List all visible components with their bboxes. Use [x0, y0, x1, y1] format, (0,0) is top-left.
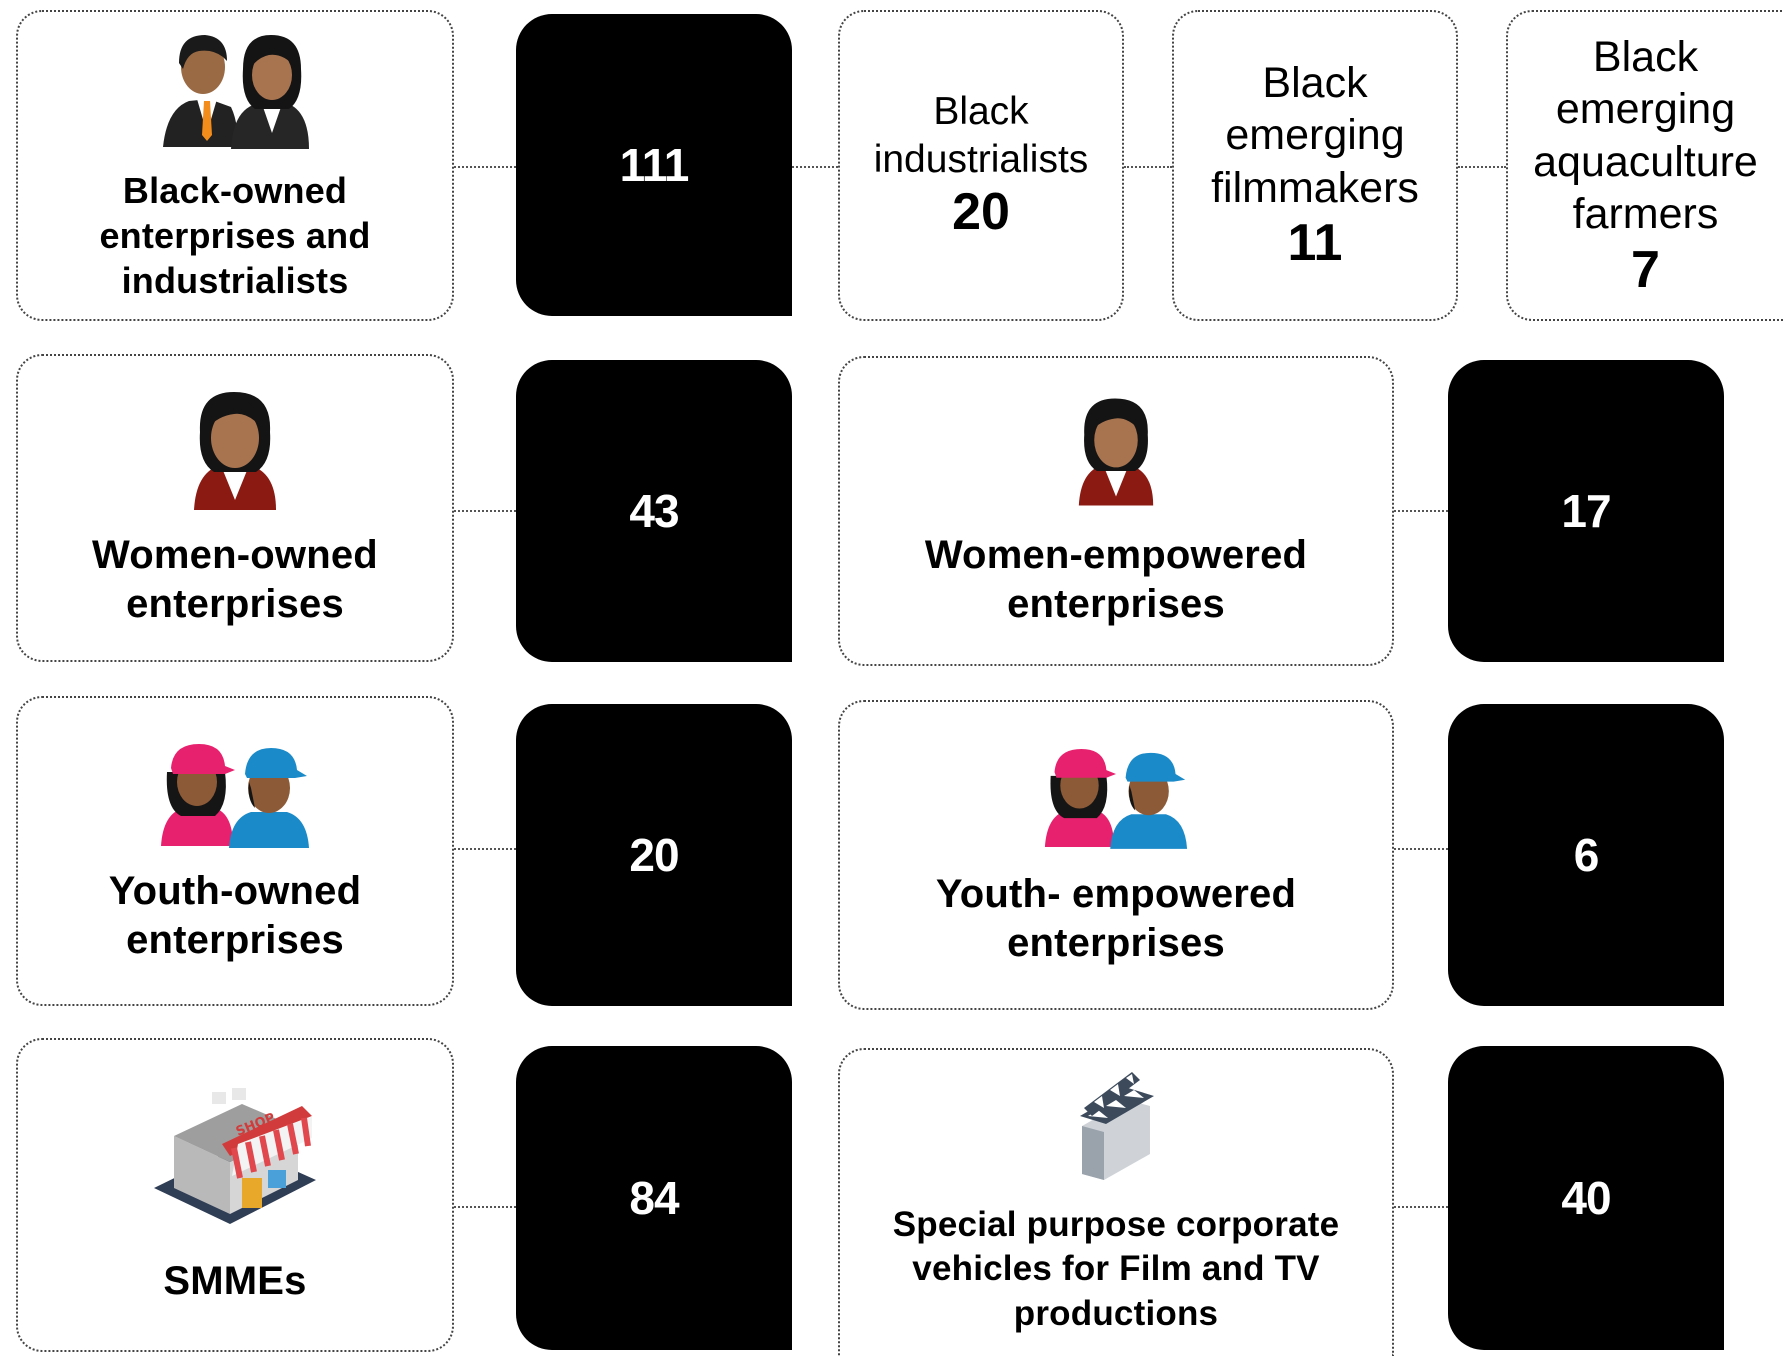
women-empowered-label: Women-empowered enterprises — [924, 532, 1308, 626]
connector — [1458, 166, 1506, 168]
youth-people-icon — [1043, 743, 1189, 856]
connector — [454, 848, 516, 850]
connector — [792, 166, 838, 168]
black-aquaculture-label: Black emerging aquaculture farmers — [1533, 32, 1758, 239]
black-industrialists-label: Black industrialists — [873, 90, 1089, 181]
black-aquaculture-card: Black emerging aquaculture farmers 7 — [1506, 10, 1783, 321]
women-owned-label: Women-owned enterprises — [92, 532, 378, 626]
black-business-people-icon — [159, 29, 311, 156]
smmes-label: SMMEs — [163, 1259, 307, 1304]
smmes-count: 84 — [629, 1172, 679, 1224]
black-owned-count-badge: 111 — [516, 14, 792, 316]
women-owned-count: 43 — [629, 485, 679, 537]
black-filmmakers-label: Black emerging filmmakers — [1211, 58, 1419, 212]
black-filmmakers-card: Black emerging filmmakers 11 — [1172, 10, 1458, 321]
youth-owned-count-badge: 20 — [516, 704, 792, 1006]
women-empowered-count-badge: 17 — [1448, 360, 1724, 662]
special-purpose-vehicles-count-badge: 40 — [1448, 1046, 1724, 1350]
women-empowered-card: Women-empowered enterprises — [838, 356, 1394, 666]
women-owned-card: Women-owned enterprises — [16, 354, 454, 662]
special-purpose-vehicles-count: 40 — [1561, 1172, 1611, 1224]
black-owned-card: Black-owned enterprises and industrialis… — [16, 10, 454, 321]
connector — [454, 1206, 516, 1208]
youth-empowered-label: Youth- empowered enterprises — [935, 871, 1297, 965]
youth-people-icon — [159, 738, 311, 855]
women-owned-count-badge: 43 — [516, 360, 792, 662]
black-aquaculture-count: 7 — [1631, 240, 1660, 299]
black-owned-label: Black-owned enterprises and industrialis… — [99, 169, 371, 301]
woman-person-icon — [1077, 394, 1155, 515]
black-industrialists-card: Black industrialists 20 — [838, 10, 1124, 321]
black-owned-count: 111 — [619, 139, 690, 191]
black-industrialists-count: 20 — [952, 183, 1010, 242]
youth-empowered-card: Youth- empowered enterprises — [838, 700, 1394, 1010]
connector — [454, 510, 516, 512]
youth-owned-card: Youth-owned enterprises — [16, 696, 454, 1006]
women-empowered-count: 17 — [1561, 485, 1611, 537]
youth-empowered-count: 6 — [1573, 829, 1600, 881]
connector — [1124, 166, 1172, 168]
black-filmmakers-count: 11 — [1287, 214, 1343, 273]
film-clapperboard-icon — [1076, 1070, 1156, 1187]
connector — [1394, 510, 1448, 512]
connector — [454, 166, 516, 168]
smmes-count-badge: 84 — [516, 1046, 792, 1350]
special-purpose-vehicles-label: Special purpose corporate vehicles for F… — [892, 1204, 1340, 1333]
youth-owned-label: Youth-owned enterprises — [108, 868, 362, 962]
shop-icon: SHOP — [152, 1084, 318, 1233]
connector — [1394, 1206, 1448, 1208]
youth-empowered-count-badge: 6 — [1448, 704, 1724, 1006]
smmes-card: SHOP SMMEs — [16, 1038, 454, 1352]
special-purpose-vehicles-card: Special purpose corporate vehicles for F… — [838, 1048, 1394, 1356]
connector — [1394, 848, 1448, 850]
woman-person-icon — [192, 388, 278, 519]
youth-owned-count: 20 — [629, 829, 679, 881]
